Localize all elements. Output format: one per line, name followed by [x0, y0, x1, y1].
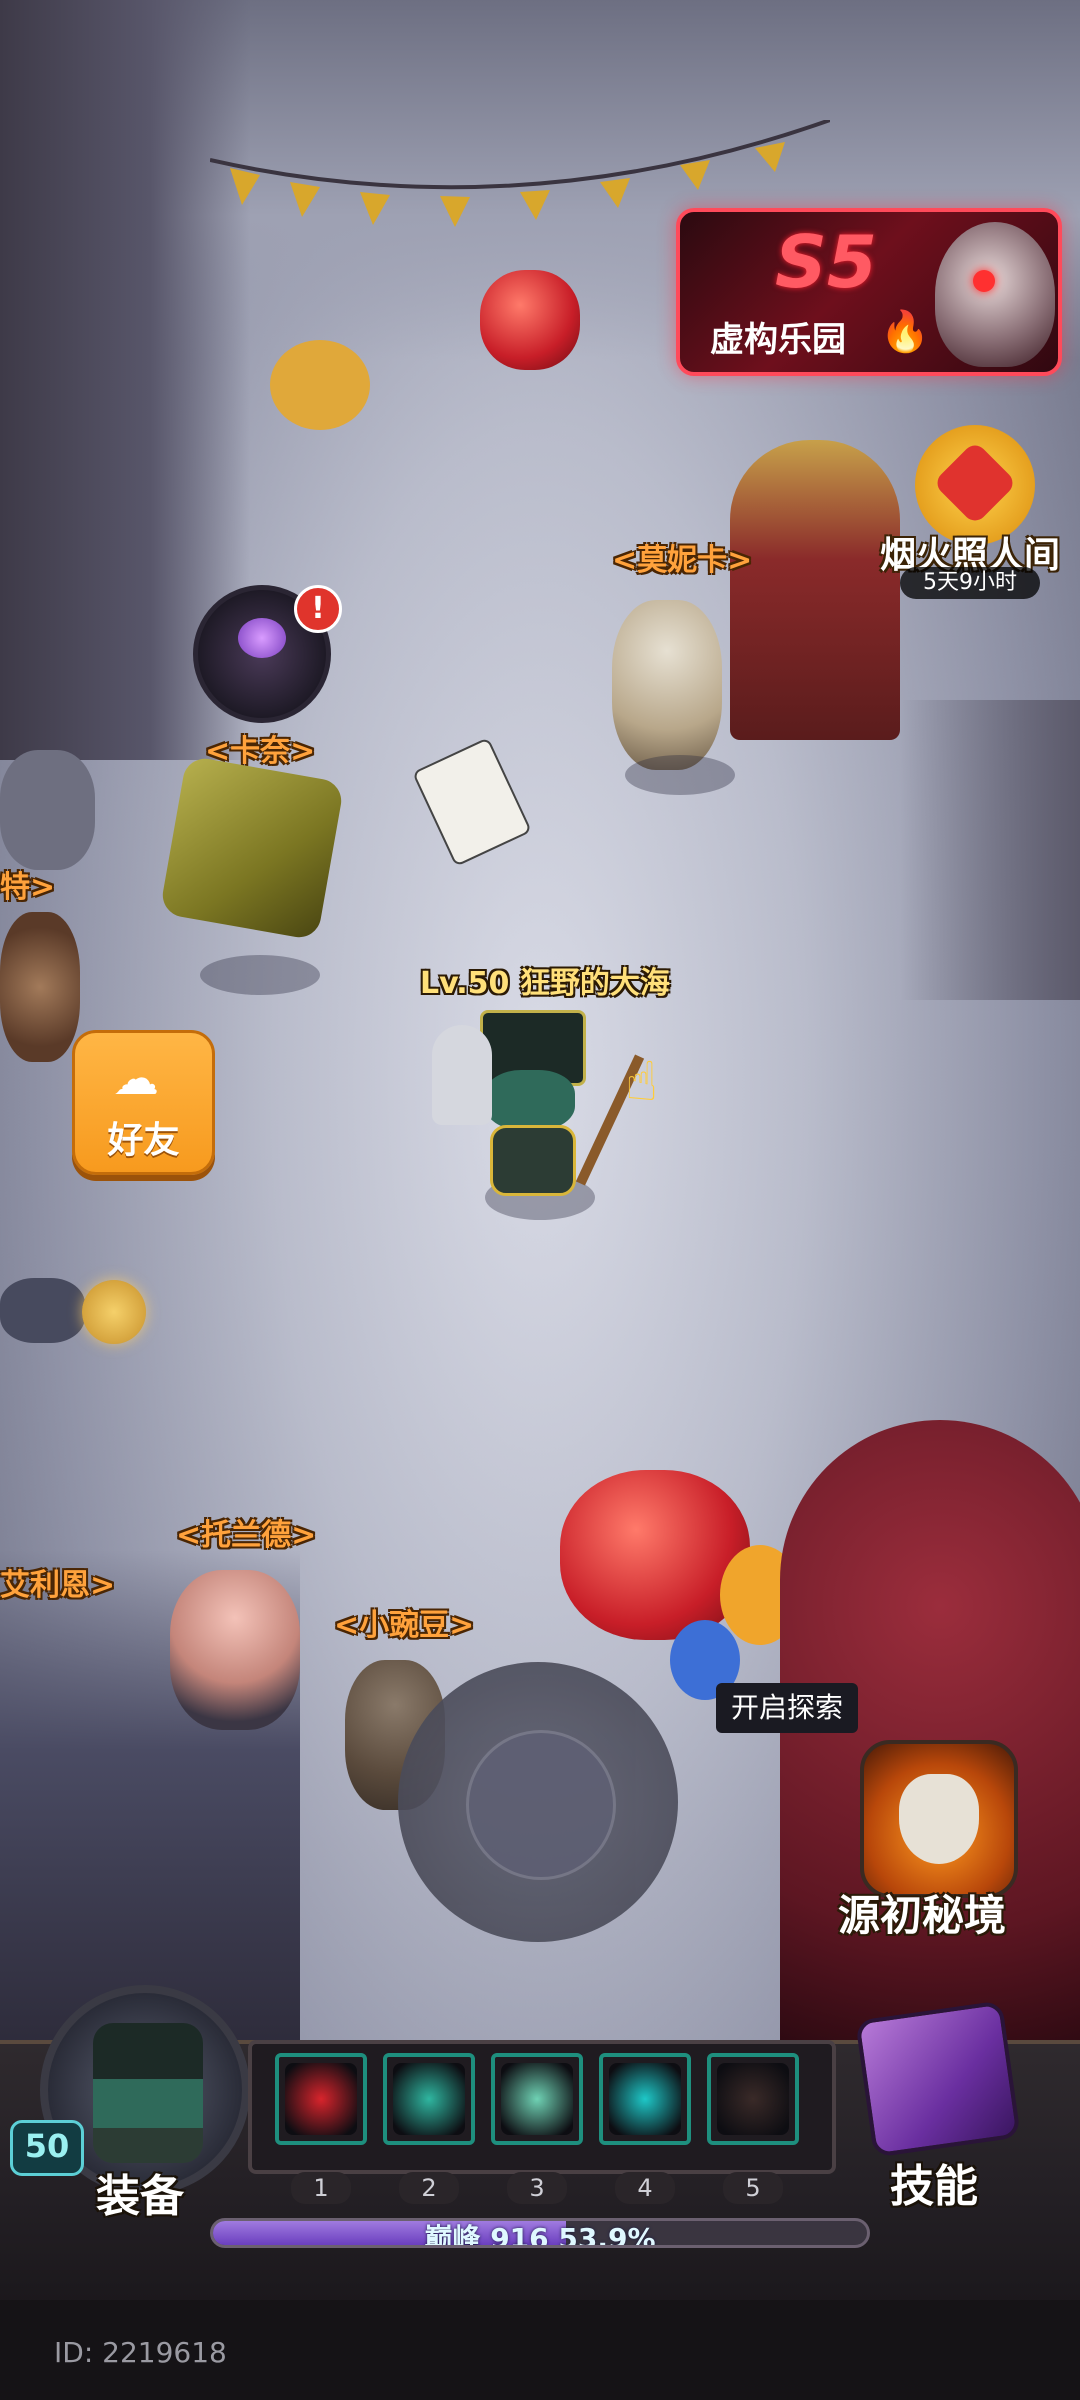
npc-te[interactable]	[0, 912, 80, 1062]
green-slash-skill-icon	[393, 2063, 465, 2135]
playing-card	[411, 737, 533, 867]
pointing-hand-icon: ☝	[625, 1050, 658, 1113]
player-head	[485, 1070, 575, 1130]
cyan-vortex-skill-icon	[609, 2063, 681, 2135]
balloon	[270, 340, 370, 430]
user-id: ID: 2219618	[54, 2336, 227, 2369]
explore-button-label: 源初秘境	[838, 1891, 1007, 1940]
npc-label-toland: <托兰德>	[176, 1518, 317, 1553]
npc-label-te: 特>	[0, 870, 56, 905]
npc-toland-pig[interactable]	[170, 1570, 300, 1730]
booth-monika	[730, 440, 900, 740]
skill-slot-5[interactable]	[707, 2053, 799, 2145]
xp-label: 巅峰 916	[424, 2222, 549, 2248]
knight-pet	[432, 1025, 492, 1125]
xp-percent: 53.9%	[558, 2222, 656, 2248]
skill-slot-number: 2	[399, 2172, 459, 2204]
flame-icon: 🔥	[880, 309, 930, 355]
red-lantern	[480, 270, 580, 370]
chinese-knot-icon	[932, 440, 1018, 526]
npc-shadow	[625, 755, 735, 795]
npc-kana-dice[interactable]	[159, 755, 345, 941]
friends-button-label: 好友	[107, 1120, 180, 1161]
xp-progress-bar: 巅峰 916 53.9%	[210, 2218, 870, 2248]
equipment-label: 装备	[96, 2171, 184, 2222]
cloud-icon: ☁	[113, 1051, 159, 1105]
season-title: S5	[775, 220, 877, 304]
npc-label-monika: <莫妮卡>	[612, 543, 753, 578]
scenery-right	[900, 700, 1080, 1000]
player-level-badge: 50	[10, 2120, 84, 2176]
skill-slot-2[interactable]	[383, 2053, 475, 2145]
explore-button[interactable]	[860, 1740, 1018, 1898]
skill-slot-number: 1	[291, 2172, 351, 2204]
demon-mask-icon	[935, 222, 1055, 367]
skill-slot-4[interactable]	[599, 2053, 691, 2145]
season-subtitle: 虚构乐园	[710, 320, 846, 360]
event-timer: 5天9小时	[900, 567, 1040, 599]
pet-cat	[0, 1278, 85, 1343]
skill-book-icon[interactable]	[855, 2000, 1021, 2158]
player-name-tag: Lv.50 狂野的大海	[420, 966, 670, 1001]
xp-progress-text: 巅峰 916 53.9%	[213, 2221, 867, 2248]
skill-slot-number: 5	[723, 2172, 783, 2204]
player-portrait	[93, 2023, 203, 2163]
skill-slot-3[interactable]	[491, 2053, 583, 2145]
barrel	[0, 750, 95, 870]
skill-slot-number: 4	[615, 2172, 675, 2204]
season-s5-banner[interactable]: S5 虚构乐园 🔥	[676, 208, 1062, 376]
player-robe	[490, 1125, 576, 1196]
red-orb-skill-icon	[285, 2063, 357, 2135]
friends-button[interactable]: ☁ 好友	[72, 1030, 215, 1175]
skill-slot-1[interactable]	[275, 2053, 367, 2145]
skill-slot-number: 3	[507, 2172, 567, 2204]
green-burst-skill-icon	[501, 2063, 573, 2135]
red-lantern-large	[560, 1470, 750, 1640]
bull-skull-icon	[899, 1774, 979, 1864]
empty-slot	[717, 2063, 789, 2135]
explore-tooltip: 开启探索	[716, 1683, 858, 1733]
magic-orb-icon	[238, 618, 286, 658]
virtual-joystick[interactable]	[398, 1662, 678, 1942]
npc-shadow	[200, 955, 320, 995]
gold-coin-icon[interactable]	[82, 1280, 146, 1344]
joystick-knob[interactable]	[466, 1730, 616, 1880]
glowing-eye-icon	[973, 270, 995, 292]
npc-monika[interactable]	[612, 600, 722, 770]
alert-badge: !	[294, 585, 342, 633]
npc-label-ailien: 艾利恩>	[0, 1568, 116, 1603]
skills-button-label: 技能	[890, 2161, 978, 2212]
npc-label-xiaowandou: <小豌豆>	[334, 1608, 475, 1643]
